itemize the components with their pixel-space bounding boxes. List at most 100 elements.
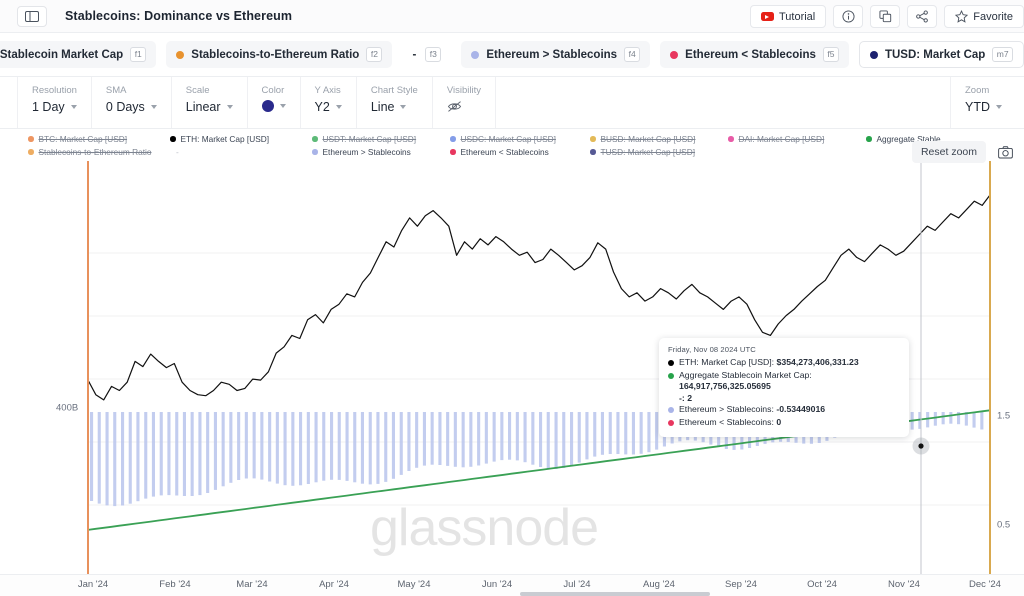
control-y-axis[interactable]: Y Axis Y2 [301,77,357,128]
legend-item-dai[interactable]: DAI: Market Cap [USD] [728,134,824,144]
title-bar: Stablecoins: Dominance vs Ethereum Tutor… [0,0,1024,33]
y-axis-left-tick-400b: 400B [56,402,79,414]
screenshot-button[interactable] [995,141,1015,163]
duplicate-button[interactable] [870,5,901,28]
favorite-label: Favorite [973,10,1013,23]
x-axis-tick: Sep '24 [725,579,757,590]
metric-chip-f5[interactable]: Ethereum < Stablecoins f5 [660,41,849,68]
tooltip-row-eth-lt-stablecoins: Ethereum < Stablecoins: 0 [668,417,900,428]
legend-color-dot [312,136,318,142]
chevron-down-icon [70,105,77,109]
control-value: 1 Day [32,100,77,114]
chart-tooltip: Friday, Nov 08 2024 UTC ETH: Market Cap … [659,338,909,437]
control-label: SMA [105,85,127,96]
legend-item-stablecoins-to-eth-ratio[interactable]: Stablecoins-to-Ethereum Ratio [28,147,151,157]
x-axis-tick: Nov '24 [888,579,920,590]
metric-chip-label: gate Stablecoin Market Cap [0,48,124,61]
control-sma[interactable]: SMA 0 Days [92,77,172,128]
metric-chip-shortcut: f5 [822,47,839,62]
horizontal-scrollbar[interactable] [0,592,1024,596]
control-value-text: Y2 [314,100,330,114]
control-value [447,100,481,113]
x-axis-tick: May '24 [397,579,431,590]
tooltip-row-eth-gt-stablecoins: Ethereum > Stablecoins: -0.53449016 [668,404,900,415]
x-axis-tick: Aug '24 [643,579,675,590]
legend-color-dot [450,136,456,142]
legend-color-dot [590,149,596,155]
metric-chip-row: gate Stablecoin Market Cap f1 Stablecoin… [0,33,1024,77]
x-axis-tick: Jun '24 [481,579,513,590]
tooltip-value: -0.53449016 [776,404,826,415]
camera-icon [997,145,1013,158]
chart-legend: BTC: Market Cap [USD] ETH: Market Cap [U… [0,129,1024,161]
legend-label: DAI: Market Cap [USD] [738,134,825,144]
control-label: Y Axis [314,85,341,96]
legend-item-btc[interactable]: BTC: Market Cap [USD] [28,134,127,144]
control-color[interactable]: Color [248,77,301,128]
panel-toggle-button[interactable] [17,5,47,27]
control-label: Zoom [965,85,990,96]
x-axis-tick: Jul '24 [563,579,591,590]
metric-chip-m7[interactable]: TUSD: Market Cap m7 [858,41,1024,68]
metric-chip-f4[interactable]: Ethereum > Stablecoins f4 [461,41,651,68]
tooltip-value: 0 [776,417,782,428]
series-color-dot [670,50,679,59]
share-button[interactable] [907,5,938,28]
favorite-button[interactable]: Favorite [944,5,1024,28]
color-swatch [261,100,274,112]
metric-chip-f2[interactable]: Stablecoins-to-Ethereum Ratio f2 [166,41,393,68]
control-visibility[interactable]: Visibility [433,77,496,128]
scrollbar-thumb[interactable] [520,592,710,596]
legend-label: - [176,147,179,157]
legend-color-dot [728,136,734,142]
y-axis-right-tick-1-5: 1.5 [997,410,1011,422]
star-icon [955,10,969,23]
control-label: Chart Style [370,85,418,96]
legend-label: USDT: Market Cap [USD] [322,134,417,144]
control-bar: Resolution 1 Day SMA 0 Days Scale Linear… [0,77,1024,129]
control-value [261,100,286,112]
tooltip-label: ETH: Market Cap [USD]: [679,357,775,367]
legend-label: Stablecoins-to-Ethereum Ratio [38,147,152,157]
legend-item-eth[interactable]: ETH: Market Cap [USD] [170,134,269,144]
legend-item-usdt[interactable]: USDT: Market Cap [USD] [312,134,416,144]
metric-chip-f3[interactable]: - f3 [402,41,451,68]
legend-item-placeholder[interactable]: - [176,147,179,157]
control-zoom[interactable]: Zoom YTD [950,77,1016,128]
crosshair-marker-eth [918,443,924,449]
tooltip-value: $354,273,406,331.23 [776,357,859,367]
share-icon [916,10,929,23]
metric-chip-label: - [412,48,417,61]
reset-zoom-button[interactable]: Reset zoom [911,141,986,163]
legend-item-eth-gt-stablecoins[interactable]: Ethereum > Stablecoins [312,147,411,157]
legend-item-usdc[interactable]: USDC: Market Cap [USD] [450,134,556,144]
tooltip-row-aggregate-stablecoin: Aggregate Stablecoin Market Cap: 164,917… [668,370,900,393]
control-label: Visibility [446,85,481,96]
eye-off-icon [447,101,461,112]
legend-color-dot [28,149,34,155]
legend-color-dot [450,149,456,155]
tooltip-color-dot [668,407,674,414]
info-icon [842,10,855,23]
metric-chip-f1[interactable]: gate Stablecoin Market Cap f1 [0,41,157,68]
control-resolution[interactable]: Resolution 1 Day [17,77,92,128]
legend-item-eth-lt-stablecoins[interactable]: Ethereum < Stablecoins [450,147,549,157]
panel-icon [25,10,39,22]
legend-item-tusd[interactable]: TUSD: Market Cap [USD] [590,147,695,157]
chevron-down-icon [279,104,286,108]
tooltip-value: 164,917,756,325.05695 [679,381,771,392]
info-button[interactable] [833,5,864,28]
legend-label: BTC: Market Cap [USD] [38,134,128,144]
tooltip-row-eth: ETH: Market Cap [USD]: $354,273,406,331.… [668,357,900,368]
series-color-dot [176,50,185,59]
x-axis-tick: Jan '24 [77,579,109,590]
metric-chip-shortcut: f1 [130,47,147,62]
legend-item-busd[interactable]: BUSD: Market Cap [USD] [590,134,695,144]
control-scale[interactable]: Scale Linear [172,77,248,128]
legend-label: ETH: Market Cap [USD] [180,134,270,144]
metric-chip-label: TUSD: Market Cap [884,48,986,61]
control-label: Color [261,85,285,96]
tutorial-button[interactable]: Tutorial [749,5,827,28]
control-chart-style[interactable]: Chart Style Line [357,77,433,128]
legend-label: Ethereum > Stablecoins [322,147,411,157]
